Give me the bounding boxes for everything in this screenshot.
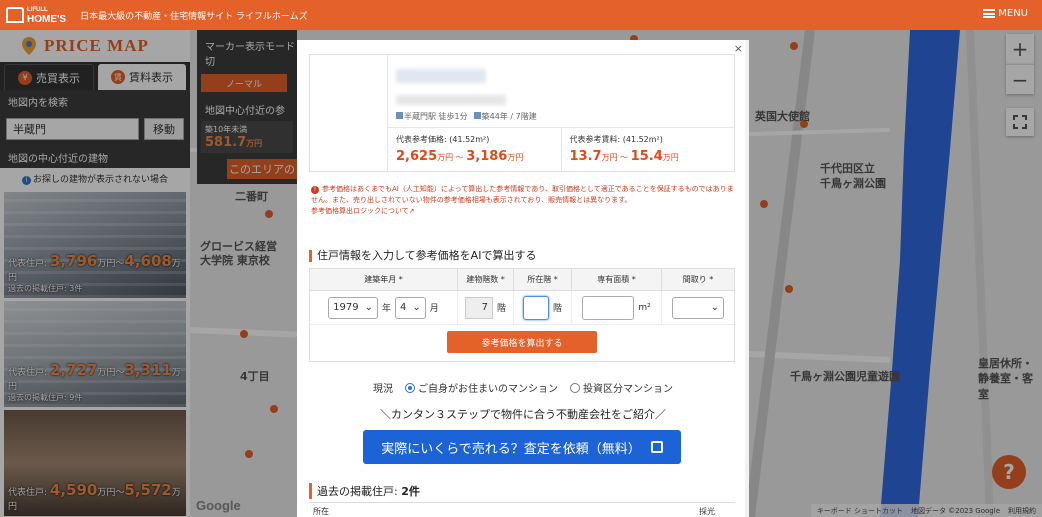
external-link-icon: ↗ <box>408 207 415 215</box>
col-floor: 所在階 * <box>514 269 572 290</box>
building-icon <box>473 112 481 119</box>
sep: ～ <box>617 153 631 162</box>
modal-scrollbar[interactable] <box>745 40 749 517</box>
building-address-blurred <box>396 95 506 105</box>
sale-price-label: 代表参考価格: (41.52m²) <box>396 135 490 144</box>
past-count: 2件 <box>401 485 420 498</box>
status-label: 現況 <box>373 384 393 395</box>
disclaimer-text: 参考価格はあくまでもAI（人工知能）によって算出した参考情報であり、取引価格とし… <box>311 185 734 204</box>
price-calc-form: 建築年月 * 建物階数 * 所在階 * 専有面積 * 間取り * 1979 ⌄ 年… <box>309 268 735 362</box>
past-listings-table: 所在 採光 <box>309 502 735 517</box>
building-age: 築44年 / 7階建 <box>481 112 537 121</box>
col-floors: 建物階数 * <box>458 269 514 290</box>
sale-low: 2,625 <box>396 149 438 164</box>
area-unit: m² <box>638 302 651 313</box>
building-thumbnail <box>310 55 388 172</box>
radio-invest-label: 投資区分マンション <box>583 384 673 395</box>
sale-high: 3,186 <box>466 149 508 164</box>
logic-link[interactable]: 参考価格算出ロジックについて <box>311 207 409 215</box>
past-col-location: 所在 <box>313 507 329 516</box>
logo-big-text: HOME'S <box>27 14 67 25</box>
col-layout: 間取り * <box>682 275 714 284</box>
disclaimer: ! 参考価格はあくまでもAI（人工知能）によって算出した参考情報であり、取引価格と… <box>311 184 735 217</box>
rent-price-label: 代表参考賃料: (41.52m²) <box>569 135 663 144</box>
close-button[interactable]: × <box>734 42 743 55</box>
area-input[interactable] <box>582 295 635 320</box>
radio-investment[interactable]: 投資区分マンション <box>570 380 673 395</box>
intro-text: ＼カンタン３ステップで物件に合う不動産会社をご紹介／ <box>380 408 666 421</box>
past-listings-title: 過去の掲載住戸: 2件 <box>309 483 420 499</box>
rent-price-cell: 代表参考賃料: (41.52m²) 13.7万円 ～ 15.4万円 <box>560 128 735 171</box>
unit: 万円 <box>507 153 524 162</box>
radio-self-label: ご自身がお住まいのマンション <box>418 384 558 395</box>
house-icon <box>6 7 24 23</box>
menu-button[interactable]: MENU <box>983 8 1028 19</box>
unit: 万円 <box>601 153 618 162</box>
chevron-down-icon: ⌄ <box>412 302 421 313</box>
status-radios: 現況 ご自身がお住まいのマンション 投資区分マンション <box>297 380 749 395</box>
unit: 万円 <box>437 153 454 162</box>
lifull-homes-logo[interactable]: LIFULL HOME'S <box>6 6 67 25</box>
unit: 万円 <box>662 153 679 162</box>
floor-unit: 階 <box>552 304 562 314</box>
radio-self-residence[interactable]: ご自身がお住まいのマンション <box>405 380 558 395</box>
external-link-icon <box>650 441 663 453</box>
rent-high: 15.4 <box>630 149 663 164</box>
past-col-light: 採光 <box>699 507 715 516</box>
floor-input[interactable] <box>522 295 549 320</box>
month-value: 4 <box>400 302 407 313</box>
year-select[interactable]: 1979 ⌄ <box>328 296 379 319</box>
year-unit: 年 <box>382 304 392 314</box>
radio-checked-icon <box>405 382 415 393</box>
building-name-blurred <box>396 69 486 83</box>
request-appraisal-button[interactable]: 実際にいくらで売れる？査定を依頼（無料） <box>363 430 681 464</box>
calculate-button[interactable]: 参考価格を算出する <box>447 331 597 353</box>
sep: ～ <box>453 153 467 162</box>
chevron-down-icon: ⌄ <box>364 302 374 313</box>
site-tagline: 日本最大級の不動産・住宅情報サイト ライフルホームズ <box>80 11 308 22</box>
col-built-date: 建築年月 * <box>310 269 458 290</box>
sale-price-cell: 代表参考価格: (41.52m²) 2,625万円 ～ 3,186万円 <box>388 128 561 171</box>
hamburger-icon <box>983 9 996 18</box>
past-title: 過去の掲載住戸: <box>317 485 398 498</box>
floors-field: 7 <box>464 296 493 319</box>
chevron-down-icon: ⌄ <box>710 302 719 313</box>
building-detail-modal: × 半蔵門駅 徒歩1分 築44年 / 7階建 代表参考価格: (41.52m²)… <box>297 40 749 517</box>
rent-low: 13.7 <box>569 149 602 164</box>
floors-unit: 階 <box>496 304 506 314</box>
year-value: 1979 <box>333 302 359 313</box>
radio-unchecked-icon <box>570 382 580 393</box>
station-info: 半蔵門駅 徒歩1分 <box>404 112 468 121</box>
layout-select[interactable]: ⌄ <box>672 296 724 319</box>
building-summary: 半蔵門駅 徒歩1分 築44年 / 7階建 代表参考価格: (41.52m²) 2… <box>309 54 735 172</box>
top-bar: LIFULL HOME'S 日本最大級の不動産・住宅情報サイト ライフルホームズ… <box>0 0 1042 30</box>
cta-label: 実際にいくらで売れる？査定を依頼（無料） <box>381 441 641 457</box>
form-title: 住戸情報を入力して参考価格をAIで算出する <box>309 250 536 262</box>
station-icon <box>396 112 403 119</box>
menu-label: MENU <box>998 8 1028 19</box>
alert-icon: ! <box>311 186 319 194</box>
month-select[interactable]: 4 ⌄ <box>395 296 426 319</box>
col-area: 専有面積 * <box>572 269 662 290</box>
month-unit: 月 <box>429 304 439 314</box>
